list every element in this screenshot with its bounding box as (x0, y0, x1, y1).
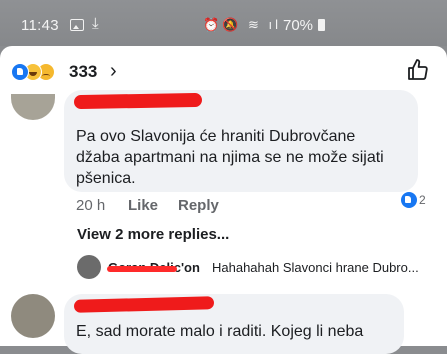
battery-percentage: 70% (283, 17, 314, 34)
comment-text: Pa ovo Slavonija će hraniti Dubrovčane d… (76, 126, 412, 189)
comment-line: džaba apartmani na njima se ne može sija… (76, 149, 384, 166)
gallery-icon (70, 19, 84, 31)
chevron-right-icon[interactable]: › (110, 60, 117, 83)
download-icon: ⤓ (92, 15, 99, 32)
system-status-icons: ⏰🔕 ≋ ıl (203, 17, 281, 32)
like-button-icon[interactable] (406, 58, 430, 82)
like-reaction-icon (401, 192, 417, 208)
reply-avatar (77, 255, 101, 279)
status-bar: 11:43 ⤓ ⏰🔕 ≋ ıl 70% (0, 0, 447, 46)
reaction-count[interactable]: 333 (69, 62, 97, 82)
commenter-avatar[interactable] (11, 294, 55, 338)
reaction-summary[interactable] (11, 63, 67, 81)
commenter-avatar[interactable] (11, 94, 55, 120)
redaction-mark (107, 266, 177, 272)
reactions-header: 333 › (0, 46, 447, 94)
reply-preview[interactable]: Goran Delic'on Hahahahah Slavonci hrane … (77, 252, 437, 280)
comment-line: pšenica. (76, 170, 136, 187)
redacted-author-name (73, 92, 203, 110)
comment-text: E, sad morate malo i raditi. Kojeg li ne… (76, 321, 406, 342)
like-reaction-icon (11, 63, 29, 81)
reaction-badge-count: 2 (419, 193, 426, 207)
view-more-replies[interactable]: View 2 more replies... (77, 226, 229, 243)
status-time: 11:43 (21, 17, 59, 34)
comment-reaction-badge[interactable]: 2 (399, 191, 428, 209)
comments-sheet: 333 › Pa ovo Slavonija će hraniti Dubrov… (0, 46, 447, 354)
like-link[interactable]: Like (128, 197, 158, 214)
reply-link[interactable]: Reply (178, 197, 219, 214)
comment-line: E, sad morate malo i raditi. Kojeg li ne… (76, 323, 364, 340)
battery-icon (318, 19, 325, 31)
reply-text: Hahahahah Slavonci hrane Dubro... (212, 260, 419, 275)
comment-time: 20 h (76, 197, 106, 214)
comment-line: Pa ovo Slavonija će hraniti Dubrovčane (76, 128, 356, 145)
